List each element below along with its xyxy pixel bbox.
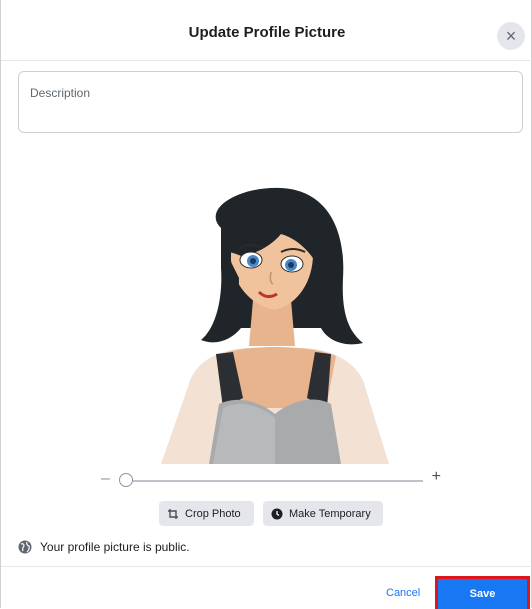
crop-photo-button[interactable]: Crop Photo [159,501,254,526]
crop-photo-label: Crop Photo [185,507,241,520]
dialog-title: Update Profile Picture [188,23,346,41]
zoom-track[interactable] [123,480,423,482]
avatar-illustration [161,187,389,464]
zoom-slider[interactable]: – + [97,468,447,490]
description-input[interactable] [19,72,522,132]
make-temporary-label: Make Temporary [289,507,371,520]
dialog-header: Update Profile Picture × [1,0,532,61]
zoom-out-icon[interactable]: – [101,470,110,488]
close-button[interactable]: × [497,22,525,50]
close-icon: × [505,26,517,46]
update-profile-picture-dialog: Update Profile Picture × Description – +… [0,0,532,609]
privacy-text: Your profile picture is public. [40,540,190,554]
save-button[interactable]: Save [435,576,530,609]
crop-icon [168,508,178,519]
zoom-in-icon[interactable]: + [432,468,441,486]
cancel-button[interactable]: Cancel [386,587,420,599]
dialog-footer: Cancel Save [1,566,532,609]
privacy-notice: Your profile picture is public. [18,538,190,556]
globe-icon [18,540,32,554]
clock-icon [271,508,283,519]
zoom-handle[interactable] [119,473,133,487]
make-temporary-button[interactable]: Make Temporary [263,501,383,526]
description-field[interactable] [18,71,523,133]
profile-picture-preview[interactable] [131,168,411,464]
